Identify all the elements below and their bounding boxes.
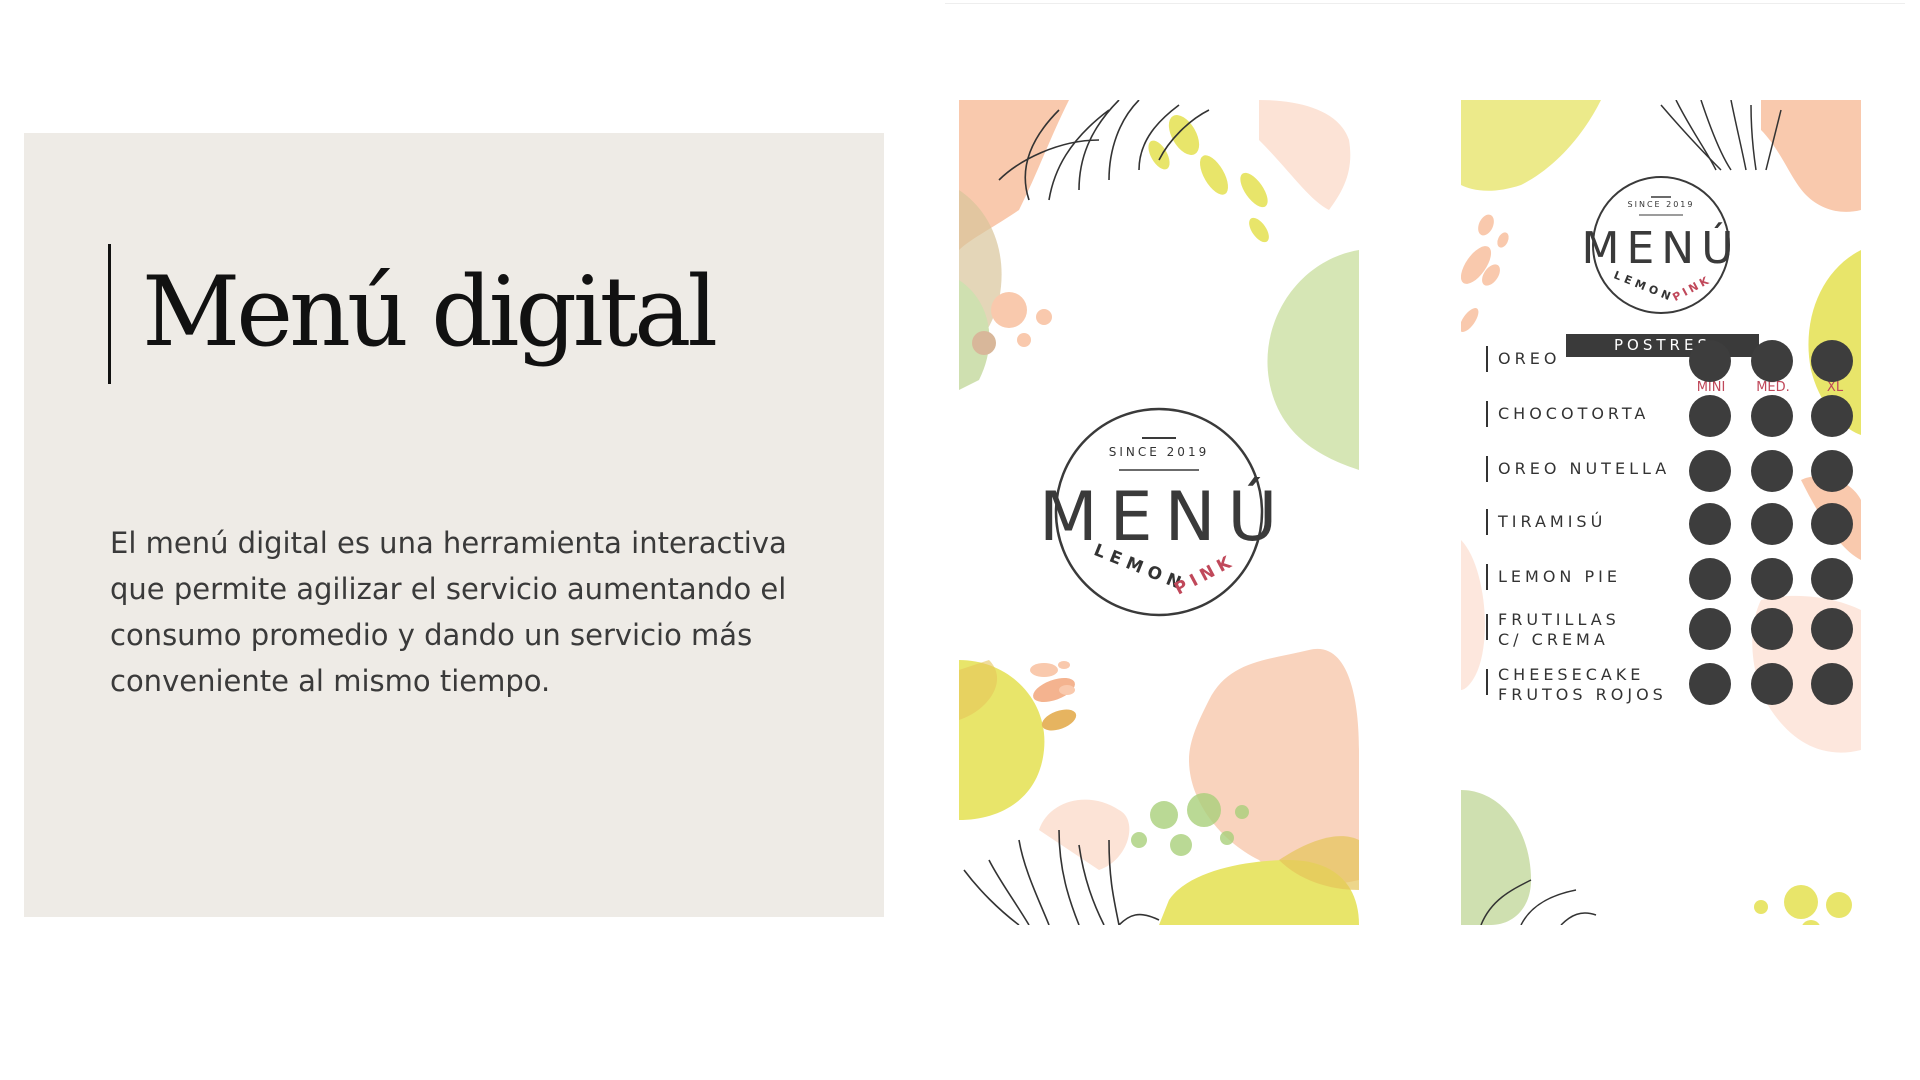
size-header-mini: MINI <box>1696 380 1726 395</box>
menu-cover-card: SINCE 2019 MENÚ LEMON PINK <box>959 100 1359 925</box>
dessert-name: OREO NUTELLA <box>1498 459 1671 478</box>
slide-description: El menú digital es una herramienta inter… <box>110 526 787 698</box>
top-divider <box>945 3 1905 4</box>
dessert-row-marker <box>1486 614 1488 640</box>
price-dot-xl <box>1811 663 1853 705</box>
price-dot-mini <box>1689 340 1731 382</box>
dessert-logo-word: MENÚ <box>1581 223 1741 274</box>
dessert-row: OREO NUTELLA <box>1486 450 1856 492</box>
dessert-name: CHOCOTORTA <box>1498 404 1650 423</box>
size-header-med: MED. <box>1756 380 1790 395</box>
price-dot-med <box>1751 340 1793 382</box>
price-dot-xl <box>1811 608 1853 650</box>
price-dot-mini <box>1689 663 1731 705</box>
slide-title: Menú digital <box>142 256 718 368</box>
price-dot-mini <box>1689 450 1731 492</box>
dessert-row-marker <box>1486 509 1488 535</box>
dessert-row-marker <box>1486 346 1488 372</box>
dessert-name: TIRAMISÚ <box>1498 512 1607 531</box>
price-dot-xl <box>1811 558 1853 600</box>
dessert-row: LEMON PIE <box>1486 558 1856 600</box>
price-dot-mini <box>1689 395 1731 437</box>
price-dot-med <box>1751 663 1793 705</box>
price-dot-xl <box>1811 395 1853 437</box>
dessert-row-marker <box>1486 456 1488 482</box>
price-dot-mini <box>1689 503 1731 545</box>
dessert-row: TIRAMISÚ <box>1486 503 1856 545</box>
dessert-name: LEMON PIE <box>1498 567 1621 586</box>
cover-logo-since: SINCE 2019 <box>1108 445 1210 459</box>
dessert-row-marker <box>1486 401 1488 427</box>
price-dot-xl <box>1811 450 1853 492</box>
dessert-row-marker <box>1486 669 1488 695</box>
dessert-menu-card: SINCE 2019 MENÚ LEMON PINK POSTRES MINI … <box>1461 100 1861 925</box>
price-dot-med <box>1751 608 1793 650</box>
price-dot-mini <box>1689 608 1731 650</box>
price-dot-xl <box>1811 503 1853 545</box>
price-dot-med <box>1751 503 1793 545</box>
price-dot-med <box>1751 395 1793 437</box>
dessert-name: FRUTILLAS C/ CREMA <box>1498 610 1620 649</box>
price-dot-xl <box>1811 340 1853 382</box>
dessert-name: CHEESECAKE FRUTOS ROJOS <box>1498 665 1667 704</box>
price-dot-mini <box>1689 558 1731 600</box>
size-header-xl: XL <box>1826 380 1844 395</box>
price-dot-med <box>1751 450 1793 492</box>
dessert-row: FRUTILLAS C/ CREMA <box>1486 608 1856 650</box>
price-dot-med <box>1751 558 1793 600</box>
cover-logo-word: MENÚ <box>1039 478 1290 557</box>
dessert-logo-since: SINCE 2019 <box>1627 200 1695 209</box>
dessert-row: CHOCOTORTA <box>1486 395 1856 437</box>
dessert-row: CHEESECAKE FRUTOS ROJOS <box>1486 663 1856 705</box>
title-accent-bar <box>108 244 111 384</box>
dessert-name: OREO <box>1498 349 1561 368</box>
dessert-row: OREO <box>1486 340 1856 382</box>
dessert-row-marker <box>1486 564 1488 590</box>
